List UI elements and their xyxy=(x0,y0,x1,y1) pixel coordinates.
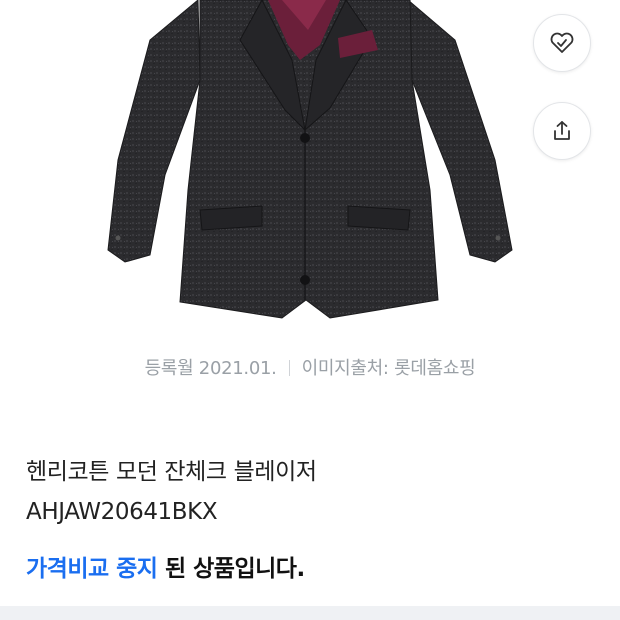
wishlist-button[interactable] xyxy=(533,14,591,72)
status-highlight: 가격비교 중지 xyxy=(26,556,158,582)
comparison-status: 가격비교 중지 된 상품입니다. xyxy=(26,549,305,583)
product-code: AHJAW20641BKX xyxy=(26,499,218,525)
product-name: 헨리코튼 모던 잔체크 블레이저 xyxy=(26,459,317,485)
product-title: 헨리코튼 모던 잔체크 블레이저 AHJAW20641BKX xyxy=(26,452,596,532)
product-image[interactable] xyxy=(0,0,620,340)
registered-date: 등록월 2021.01. xyxy=(144,358,277,379)
image-meta: 등록월 2021.01. 이미지출처: 롯데홈쇼핑 xyxy=(0,354,620,380)
share-icon xyxy=(554,121,570,140)
heart-check-icon xyxy=(550,32,574,53)
section-divider xyxy=(0,606,620,620)
blazer-image xyxy=(107,0,513,319)
image-source: 이미지출처: 롯데홈쇼핑 xyxy=(301,358,476,379)
meta-divider xyxy=(288,360,290,376)
status-text: 된 상품입니다. xyxy=(157,556,305,582)
share-button[interactable] xyxy=(533,102,591,160)
